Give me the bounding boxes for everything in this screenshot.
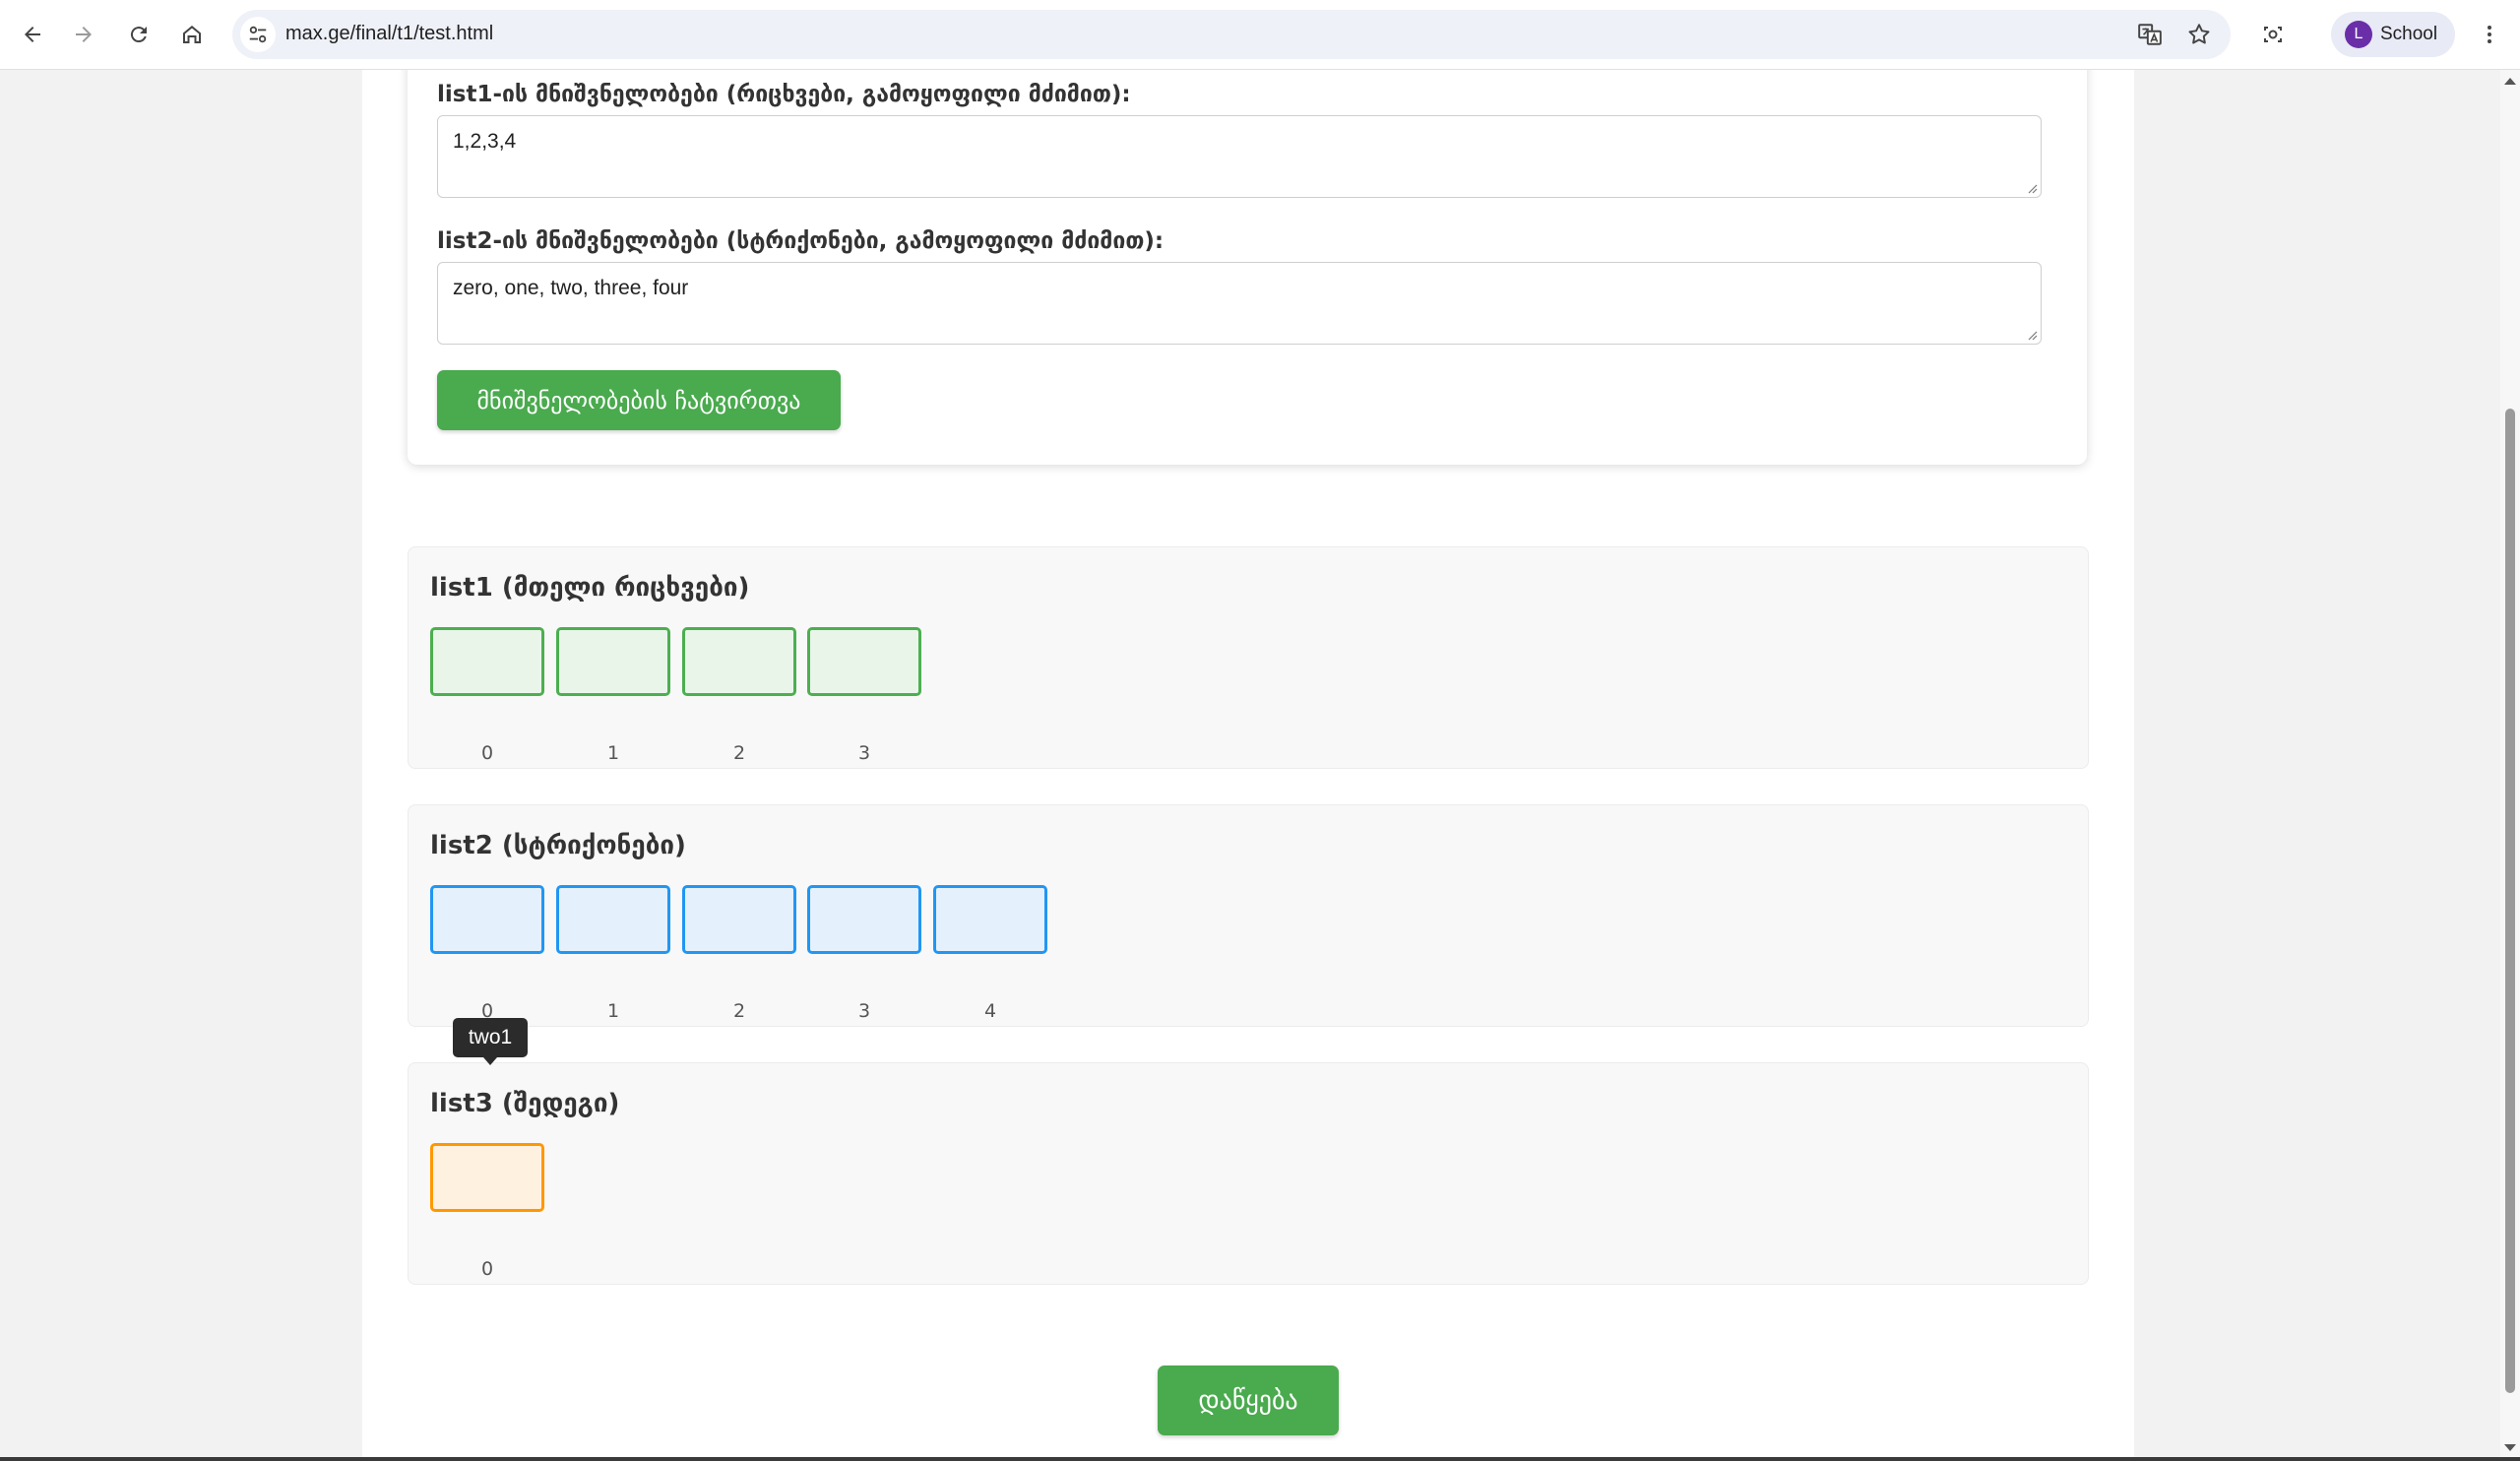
resize-grip-icon[interactable] [2026, 329, 2038, 341]
list2-index: 3 [857, 1000, 871, 1022]
list2-input-label: list2-ის მნიშვნელობები (სტრიქონები, გამო… [437, 228, 1165, 254]
list1-cell[interactable] [556, 627, 670, 696]
list1-index: 2 [732, 742, 746, 764]
back-icon[interactable] [12, 14, 53, 55]
list1-cell[interactable] [807, 627, 921, 696]
load-values-button[interactable]: მნიშვნელობების ჩატვირთვა [437, 370, 841, 430]
address-bar[interactable]: max.ge/final/t1/test.html [232, 10, 2231, 59]
list2-input[interactable]: zero, one, two, three, four [437, 262, 2042, 345]
list2-index: 4 [983, 1000, 997, 1022]
list1-input-label: list1-ის მნიშვნელობები (რიცხვები, გამოყო… [437, 82, 1131, 107]
list3-index: 0 [480, 1258, 494, 1280]
page-viewport: list1-ის მნიშვნელობები (რიცხვები, გამოყო… [0, 70, 2500, 1461]
input-form-card: list1-ის მნიშვნელობები (რიცხვები, გამოყო… [408, 70, 2087, 465]
list1-panel: list1 (მთელი რიცხვები) 0 1 2 3 [408, 546, 2089, 769]
more-menu-icon[interactable] [2469, 14, 2510, 55]
home-icon[interactable] [171, 14, 213, 55]
list2-cell[interactable] [556, 885, 670, 954]
resize-grip-icon[interactable] [2026, 182, 2038, 194]
window-bottom-edge [0, 1457, 2520, 1461]
profile-name: School [2380, 24, 2438, 44]
list1-index: 1 [606, 742, 620, 764]
list2-cell[interactable] [682, 885, 796, 954]
list1-index: 0 [480, 742, 494, 764]
list1-input[interactable]: 1,2,3,4 [437, 115, 2042, 198]
screenshot-icon[interactable] [2252, 14, 2294, 55]
site-info-icon[interactable] [240, 17, 276, 52]
start-button[interactable]: დაწყება [1158, 1366, 1339, 1435]
list1-cell[interactable] [682, 627, 796, 696]
cell-tooltip: two1 [453, 1018, 528, 1065]
list3-cell[interactable] [430, 1143, 544, 1212]
scroll-thumb[interactable] [2505, 409, 2515, 1393]
list3-panel: list3 (შედეგი) 0 [408, 1062, 2089, 1285]
reload-icon[interactable] [118, 14, 159, 55]
list1-input-value: 1,2,3,4 [453, 130, 517, 153]
avatar: L [2345, 21, 2372, 48]
list2-input-value: zero, one, two, three, four [453, 277, 689, 299]
profile-button[interactable]: L School [2331, 12, 2455, 57]
list2-title: list2 (სტრიქონები) [430, 831, 686, 860]
page-container: list1-ის მნიშვნელობები (რიცხვები, გამოყო… [362, 70, 2134, 1461]
list2-index: 2 [732, 1000, 746, 1022]
list2-cell[interactable] [430, 885, 544, 954]
list2-panel: list2 (სტრიქონები) 0 1 2 3 4 [408, 804, 2089, 1027]
list2-cell[interactable] [807, 885, 921, 954]
star-icon[interactable] [2185, 21, 2213, 48]
list1-title: list1 (მთელი რიცხვები) [430, 573, 750, 603]
list2-index: 1 [606, 1000, 620, 1022]
browser-toolbar: max.ge/final/t1/test.html L School [0, 0, 2520, 70]
list1-index: 3 [857, 742, 871, 764]
scroll-up-icon[interactable] [2504, 78, 2516, 85]
list3-title: list3 (შედეგი) [430, 1089, 620, 1118]
translate-icon[interactable] [2136, 21, 2164, 48]
scroll-down-icon[interactable] [2504, 1444, 2516, 1451]
list1-cell[interactable] [430, 627, 544, 696]
page-scrollbar[interactable] [2500, 70, 2520, 1461]
list2-cell[interactable] [933, 885, 1047, 954]
forward-icon[interactable] [63, 14, 104, 55]
url-text[interactable]: max.ge/final/t1/test.html [285, 23, 493, 45]
